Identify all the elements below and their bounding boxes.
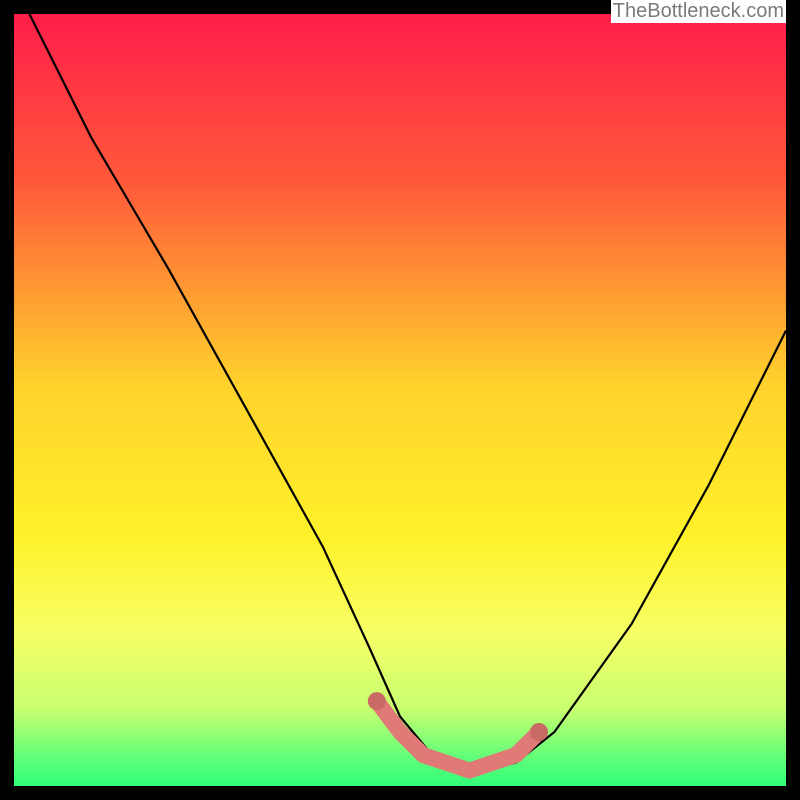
chart-frame — [14, 14, 786, 786]
bottleneck-plot — [14, 14, 786, 786]
watermark: TheBottleneck.com — [611, 0, 786, 23]
optimal-range-start-dot — [368, 692, 386, 710]
optimal-range-end-dot — [530, 723, 548, 741]
gradient-background — [14, 14, 786, 786]
